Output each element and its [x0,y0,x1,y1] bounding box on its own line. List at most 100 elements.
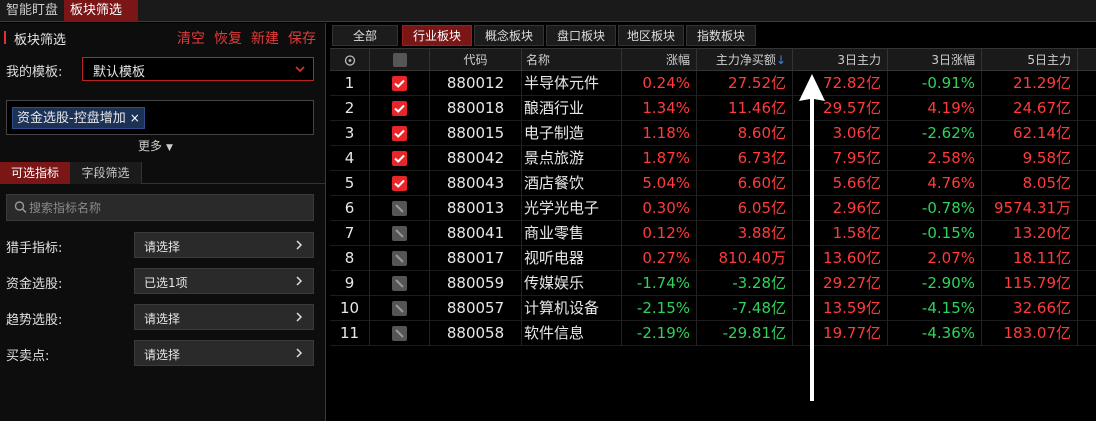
settings-icon[interactable] [330,49,370,72]
net-buy: 6.73亿 [697,146,793,171]
table-row[interactable]: 1 880012 半导体元件 0.24% 27.52亿 72.82亿 -0.91% 21.29… [330,71,1096,96]
tab-industry[interactable]: 行业板块 [402,25,472,46]
row-checkbox[interactable] [370,296,430,321]
row-checkbox[interactable] [370,146,430,171]
row-checkbox[interactable] [370,196,430,221]
sort-desc-icon: ↓ [775,53,786,67]
main-3d: 29.57亿 [793,96,888,121]
col-net-buy[interactable]: 主力净买额↓ [697,49,793,72]
restore-button[interactable]: 恢复 [214,31,242,47]
hunter-indicator-select[interactable]: 请选择 [134,232,314,258]
table-row[interactable]: 11 880058 软件信息 -2.19% -29.81亿 19.77亿 -4.36% 183… [330,321,1096,346]
sector-code: 880057 [430,296,522,321]
template-select[interactable]: 默认模板 [82,57,314,81]
main-5d: 32.66亿 [982,296,1078,321]
net-buy: -7.48亿 [697,296,793,321]
search-input[interactable] [29,199,299,217]
table-row[interactable]: 2 880018 酿酒行业 1.34% 11.46亿 29.57亿 4.19% 24.67亿 [330,96,1096,121]
net-buy: 27.52亿 [697,71,793,96]
title-marker [4,31,6,44]
col-5d-main[interactable]: 5日主力 [982,49,1078,72]
sector-code: 880058 [430,321,522,346]
main-5d: 8.05亿 [982,171,1078,196]
sector-name: 视听电器 [522,246,622,271]
row-checkbox[interactable] [370,271,430,296]
clear-button[interactable]: 清空 [177,31,205,47]
table-row[interactable]: 5 880043 酒店餐饮 5.04% 6.60亿 5.66亿 4.76% 8.05亿 [330,171,1096,196]
filter-label: 买卖点: [6,349,50,364]
panel-header: 板块筛选 清空 恢复 新建 保存 [0,25,326,49]
table-row[interactable]: 3 880015 电子制造 1.18% 8.60亿 3.06亿 -2.62% 62.14亿 [330,121,1096,146]
tab-all[interactable]: 全部 [332,25,398,46]
checkbox-checked-icon [392,101,407,116]
row-checkbox[interactable] [370,71,430,96]
change-3d: -2.62% [888,121,982,146]
table-row[interactable]: 10 880057 计算机设备 -2.15% -7.48亿 13.59亿 -4.15% 32.… [330,296,1096,321]
table-row[interactable]: 9 880059 传媒娱乐 -1.74% -3.28亿 29.27亿 -2.90% 115.7… [330,271,1096,296]
triangle-down-icon: ▼ [166,143,173,153]
change-pct: -2.15% [622,296,697,321]
row-number: 10 [330,296,370,321]
tab-region[interactable]: 地区板块 [618,25,684,46]
chip-label: 资金选股-控盘增加 [17,111,126,126]
close-icon[interactable]: × [130,111,140,125]
change-3d: -2.90% [888,271,982,296]
filter-label: 猎手指标: [6,241,63,256]
col-3d-main[interactable]: 3日主力 [793,49,888,72]
tab-field-filter[interactable]: 字段筛选 [70,162,142,184]
main-3d: 7.95亿 [793,146,888,171]
col-change[interactable]: 涨幅 [622,49,697,72]
tab-sector-filter[interactable]: 板块筛选 [64,0,138,22]
row-checkbox[interactable] [370,321,430,346]
col-code[interactable]: 代码 [430,49,522,72]
tab-index[interactable]: 指数板块 [686,25,756,46]
filter-value: 请选择 [144,312,181,326]
chevron-right-icon [295,272,303,294]
tab-concept[interactable]: 概念板块 [474,25,544,46]
row-checkbox[interactable] [370,221,430,246]
sector-code: 880012 [430,71,522,96]
main-5d: 21.29亿 [982,71,1078,96]
row-checkbox[interactable] [370,171,430,196]
filter-value: 已选1项 [144,276,188,290]
sector-code: 880013 [430,196,522,221]
panel-actions: 清空 恢复 新建 保存 [168,28,316,48]
more-button[interactable]: 更多 ▼ [138,137,173,154]
trend-filter-select[interactable]: 请选择 [134,304,314,330]
net-buy: 6.60亿 [697,171,793,196]
change-3d: 2.07% [888,246,982,271]
net-buy: 6.05亿 [697,196,793,221]
capital-filter-select[interactable]: 已选1项 [134,268,314,294]
save-button[interactable]: 保存 [288,31,316,47]
tab-smart-monitor[interactable]: 智能盯盘 [0,0,64,22]
main-5d: 9574.31万 [982,196,1078,221]
change-pct: -2.19% [622,321,697,346]
sector-name: 商业零售 [522,221,622,246]
checkbox-checked-icon [392,176,407,191]
row-checkbox[interactable] [370,246,430,271]
row-checkbox[interactable] [370,121,430,146]
tab-market[interactable]: 盘口板块 [546,25,616,46]
sector-name: 酒店餐饮 [522,171,622,196]
trade-point-select[interactable]: 请选择 [134,340,314,366]
indicator-search [6,194,314,221]
main-5d: 115.79亿 [982,271,1078,296]
col-name[interactable]: 名称 [522,49,622,72]
sector-code: 880015 [430,121,522,146]
row-number: 8 [330,246,370,271]
main-5d: 24.67亿 [982,96,1078,121]
main-5d: 62.14亿 [982,121,1078,146]
table-row[interactable]: 6 880013 光学光电子 0.30% 6.05亿 2.96亿 -0.78% 9574.31… [330,196,1096,221]
new-button[interactable]: 新建 [251,31,279,47]
tab-available-indicators[interactable]: 可选指标 [0,162,70,184]
row-checkbox[interactable] [370,96,430,121]
sector-code: 880059 [430,271,522,296]
col-3d-change[interactable]: 3日涨幅 [888,49,982,72]
table-row[interactable]: 4 880042 景点旅游 1.87% 6.73亿 7.95亿 2.58% 9.58亿 [330,146,1096,171]
checkbox-disabled-icon [392,251,407,266]
net-buy: 3.88亿 [697,221,793,246]
select-all-checkbox[interactable] [370,49,430,72]
table-row[interactable]: 8 880017 视听电器 0.27% 810.40万 13.60亿 2.07% 18.11亿 [330,246,1096,271]
chevron-right-icon [295,236,303,258]
table-row[interactable]: 7 880041 商业零售 0.12% 3.88亿 1.58亿 -0.15% 13.20亿 [330,221,1096,246]
